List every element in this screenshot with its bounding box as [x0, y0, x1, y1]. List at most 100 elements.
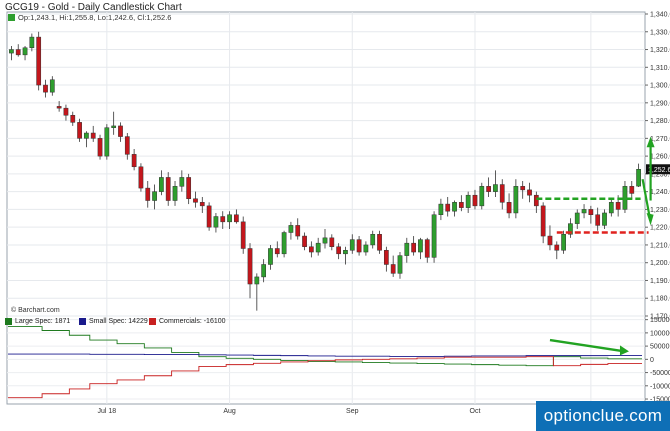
candle-body — [315, 242, 321, 253]
candle-body — [240, 221, 246, 249]
candle-body — [206, 205, 212, 228]
candle-body — [22, 47, 28, 56]
candle-body — [138, 166, 144, 189]
candle-body — [220, 216, 226, 223]
candle-body — [268, 248, 273, 265]
candle-body — [302, 235, 307, 247]
candle-body — [595, 214, 601, 226]
candle-body — [295, 225, 301, 237]
candle-body — [547, 235, 553, 246]
ohlc-readout: Op:1,243.1, Hi:1,255.8, Lo:1,242.6, Cl:1… — [8, 13, 171, 22]
price-panel-frame — [6, 11, 646, 317]
price-y-tick-label: 1,230.0 — [650, 207, 670, 214]
price-y-tick-label: 1,190.0 — [650, 278, 670, 285]
price-y-tick-label: 1,280.0 — [650, 118, 670, 125]
price-y-tick-label: 1,180.0 — [650, 296, 670, 303]
candle-body — [322, 237, 328, 244]
candle-body — [145, 187, 151, 201]
candle-body — [349, 239, 355, 251]
price-y-tick-label: 1,310.0 — [650, 65, 670, 72]
candle-body — [274, 248, 280, 255]
candle — [77, 118, 82, 142]
candle-body — [104, 127, 110, 157]
candle-body — [356, 239, 362, 253]
candle-body — [424, 239, 430, 258]
candle-body — [118, 125, 123, 137]
legend-small-spec-swatch — [79, 318, 86, 325]
candle — [561, 230, 566, 254]
candle-body — [438, 203, 444, 215]
candle-body — [213, 216, 219, 228]
price-y-tick-label: 1,210.0 — [650, 242, 670, 249]
candle-body — [377, 234, 382, 251]
candle-body — [70, 115, 76, 123]
candle-body — [554, 244, 560, 251]
legend-commercials-swatch — [149, 318, 156, 325]
candle-body — [343, 250, 348, 255]
ohlc-color-swatch — [8, 14, 15, 21]
candle-body — [452, 202, 457, 212]
candle-body — [261, 264, 267, 278]
candle — [281, 230, 287, 258]
legend-commercials: Commercials: -16100 — [149, 318, 226, 325]
candle-body — [506, 202, 512, 214]
candle-body — [90, 132, 96, 139]
x-tick-label: Sep — [346, 408, 359, 415]
cot-panel-frame — [6, 315, 646, 405]
candle-body — [165, 177, 171, 201]
legend-large-spec: Large Spec: 1871 — [5, 318, 70, 325]
cot-y-tick-label: 150000 — [650, 317, 670, 324]
candle-body — [281, 232, 287, 255]
candle-body — [159, 177, 164, 192]
candle-body — [390, 264, 396, 274]
candle-body — [193, 198, 198, 203]
candle-body — [404, 242, 410, 256]
candle-body — [363, 244, 369, 253]
chart-svg: 1,340.0 1,330.0 1,320.0 1,310.0 1,300.0 1,290… — [0, 0, 670, 431]
candle-body — [131, 154, 137, 168]
candle-body — [172, 186, 178, 201]
cot-y-tick-label: 100000 — [650, 330, 670, 337]
candle — [206, 202, 212, 231]
price-y-tick-label: 1,220.0 — [650, 225, 670, 232]
candle-body — [383, 250, 389, 265]
legend-large-spec-label: Large Spec: 1871 — [15, 318, 71, 325]
candle-body — [199, 202, 205, 207]
price-y-tick-label: 1,340.0 — [650, 12, 670, 19]
candle-body — [472, 194, 478, 207]
candle-body — [540, 205, 546, 237]
candle-body — [77, 122, 82, 139]
candle-body — [397, 255, 403, 274]
candle-body — [513, 186, 519, 214]
candle-body — [247, 248, 253, 285]
candle — [97, 134, 103, 160]
candle-body — [636, 169, 641, 187]
candle-body — [411, 242, 416, 253]
legend-small-spec: Small Spec: 14229 — [79, 318, 148, 325]
candle-body — [527, 189, 532, 196]
candle-body — [445, 203, 451, 212]
cot-y-tick-label: -100000 — [650, 383, 670, 390]
price-y-tick-label: 1,260.0 — [650, 154, 670, 161]
candle-body — [111, 125, 117, 128]
candle-body — [152, 191, 157, 201]
candle-body — [124, 136, 130, 155]
cot-y-tick-label: 0 — [650, 357, 654, 364]
candle-body — [458, 202, 464, 208]
candle-body — [234, 214, 239, 223]
candle — [104, 124, 110, 160]
candle-body — [329, 237, 335, 247]
legend-large-spec-swatch — [5, 318, 12, 325]
candle-body — [499, 184, 505, 203]
chart-root: 1,340.0 1,330.0 1,320.0 1,310.0 1,300.0 1,290… — [0, 0, 670, 431]
candle-body — [288, 225, 294, 233]
candle-body — [479, 186, 485, 207]
candle-body — [254, 276, 260, 285]
candle — [36, 31, 42, 91]
candle-body — [418, 239, 423, 253]
candle-body — [97, 138, 103, 157]
candle — [138, 163, 144, 192]
cot-y-tick-label: 50000 — [650, 344, 670, 351]
price-y-tick-label: 1,270.0 — [650, 136, 670, 143]
candle-body — [431, 214, 437, 258]
